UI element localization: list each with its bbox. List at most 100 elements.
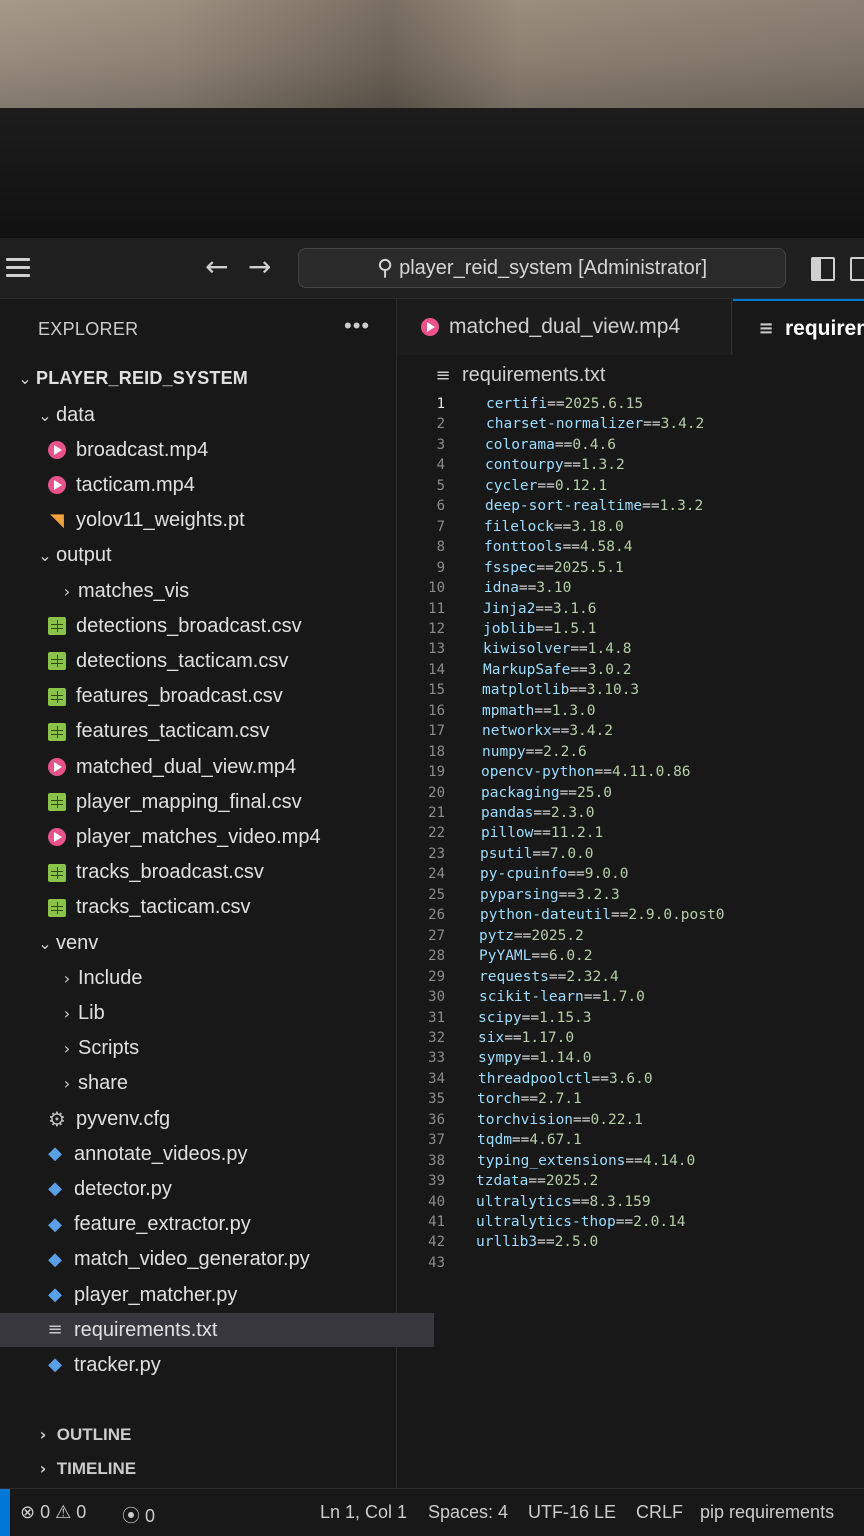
tree-item[interactable]: ⌄ data	[0, 398, 422, 432]
tree-item[interactable]: features_broadcast.csv	[0, 680, 436, 714]
tree-item[interactable]: ◆ match_video_generator.py	[0, 1243, 434, 1277]
cursor-position[interactable]: Ln 1, Col 1	[320, 1502, 407, 1523]
toggle-panel-icon[interactable]	[850, 257, 864, 281]
text-file-icon: ≡	[435, 364, 451, 386]
tree-item[interactable]: › Include	[0, 961, 444, 995]
tree-item[interactable]: ⌄ output	[0, 539, 422, 573]
language-mode[interactable]: pip requirements	[700, 1502, 834, 1523]
package-name: torch	[477, 1091, 521, 1108]
encoding[interactable]: UTF-16 LE	[528, 1502, 616, 1523]
python-icon: ◆	[48, 1248, 62, 1270]
back-arrow-icon[interactable]: ←	[205, 250, 228, 283]
csv-icon	[48, 793, 66, 812]
tree-item[interactable]: ◆ tracker.py	[0, 1348, 434, 1382]
project-root[interactable]: ⌄ PLAYER_REID_SYSTEM	[0, 361, 402, 395]
version-number: 2025.6.15	[564, 396, 644, 412]
version-operator: ==	[511, 1132, 530, 1149]
tree-item[interactable]: ⌄ venv	[0, 926, 422, 960]
problems-indicator[interactable]: ⊗ 0 ⚠ 0	[20, 1502, 86, 1523]
tree-item[interactable]: tracks_tacticam.csv	[0, 891, 436, 925]
package-name: MarkupSafe	[483, 661, 571, 678]
version-operator: ==	[572, 1193, 590, 1210]
csv-icon	[48, 687, 66, 706]
tree-item[interactable]: tacticam.mp4	[0, 468, 436, 502]
version-number: 4.14.0	[642, 1152, 696, 1169]
tree-item-label: matched_dual_view.mp4	[76, 755, 297, 778]
tree-item[interactable]: › Scripts	[0, 1032, 444, 1066]
tree-item[interactable]: › matches_vis	[0, 574, 444, 608]
tree-item[interactable]: matched_dual_view.mp4	[0, 750, 436, 784]
package-name: urllib3	[476, 1234, 538, 1251]
tree-item[interactable]: detections_broadcast.csv	[0, 609, 436, 643]
package-name: matplotlib	[482, 682, 570, 699]
package-name: scipy	[478, 1009, 522, 1026]
version-operator: ==	[642, 498, 660, 515]
video-icon	[48, 828, 66, 847]
version-operator: ==	[551, 723, 570, 740]
gear-icon: ⚙	[48, 1107, 66, 1131]
toggle-sidebar-icon[interactable]	[811, 257, 835, 281]
tree-item[interactable]: ◆ feature_extractor.py	[0, 1208, 434, 1242]
version-number: 3.4.2	[569, 723, 613, 740]
tree-item[interactable]: player_matches_video.mp4	[0, 820, 436, 854]
package-name: six	[478, 1029, 505, 1046]
line-number: 37	[428, 1132, 445, 1149]
version-operator: ==	[518, 580, 537, 597]
code-line: 34 threadpoolctl==3.6.0	[397, 1069, 864, 1089]
tree-item[interactable]: features_tacticam.csv	[0, 715, 436, 749]
code-line: 31 scipy==1.15.3	[397, 1008, 864, 1028]
tree-item[interactable]: ◥ yolov11_weights.pt	[0, 504, 436, 538]
tree-item[interactable]: player_mapping_final.csv	[0, 785, 436, 819]
more-actions-icon[interactable]: •••	[344, 313, 370, 339]
line-number: 35	[428, 1091, 445, 1108]
tree-item[interactable]: ≡ requirements.txt	[0, 1313, 434, 1348]
line-content: colorama==0.4.6	[485, 437, 616, 453]
line-content: pillow==11.2.1	[481, 825, 603, 841]
package-name: psutil	[480, 845, 533, 862]
code-editor[interactable]: 1 certifi==2025.6.15 2 charset-normalizer==…	[397, 394, 864, 1504]
outline-section[interactable]: › OUTLINE	[34, 1425, 132, 1445]
timeline-section[interactable]: › TIMELINE	[34, 1459, 136, 1479]
package-name: opencv-python	[481, 764, 595, 781]
tree-item-label: share	[78, 1072, 129, 1095]
tree-item-label: match_video_generator.py	[74, 1248, 310, 1271]
tree-item[interactable]: ◆ detector.py	[0, 1172, 434, 1206]
line-content: python-dateutil==2.9.0.post0	[480, 907, 724, 923]
forward-arrow-icon[interactable]: →	[248, 250, 271, 283]
indentation[interactable]: Spaces: 4	[428, 1502, 508, 1523]
package-name: typing_extensions	[477, 1152, 626, 1169]
package-name: Jinja2	[483, 600, 536, 617]
code-line: 20 packaging==25.0	[397, 783, 864, 803]
command-center-search[interactable]: ⚲ player_reid_system [Administrator]	[298, 248, 786, 288]
version-number: 9.0.0	[584, 866, 629, 883]
tree-item[interactable]: detections_tacticam.csv	[0, 644, 436, 678]
version-number: 3.6.0	[608, 1070, 653, 1087]
broadcast-icon: ⦿	[122, 1506, 140, 1526]
code-line: 26 python-dateutil==2.9.0.post0	[397, 905, 864, 925]
version-number: 7.0.0	[549, 845, 594, 862]
ports-indicator[interactable]: ⦿ 0	[122, 1502, 155, 1528]
line-number: 6	[436, 498, 445, 515]
tab-requirements[interactable]: ≡ requiren	[733, 299, 864, 357]
breadcrumb[interactable]: ≡ requirements.txt	[434, 364, 605, 387]
version-operator: ==	[535, 600, 553, 617]
remote-indicator[interactable]	[0, 1489, 10, 1536]
line-ending[interactable]: CRLF	[636, 1502, 683, 1523]
menu-icon[interactable]	[6, 258, 30, 278]
tab-matched-dual-view[interactable]: matched_dual_view.mp4	[397, 299, 732, 355]
package-name: mpmath	[482, 702, 535, 719]
version-operator: ==	[558, 886, 577, 903]
tree-item[interactable]: ◆ player_matcher.py	[0, 1278, 434, 1312]
version-operator: ==	[533, 825, 551, 842]
tree-item[interactable]: ◆ annotate_videos.py	[0, 1137, 434, 1171]
tree-item[interactable]: › share	[0, 1067, 444, 1101]
version-number: 0.22.1	[590, 1111, 643, 1128]
tree-item[interactable]: › Lib	[0, 996, 444, 1030]
package-name: ultralytics	[476, 1193, 573, 1210]
tree-item-label: broadcast.mp4	[76, 438, 209, 461]
tree-item[interactable]: ⚙ pyvenv.cfg	[0, 1102, 436, 1136]
line-content: sympy==1.14.0	[478, 1050, 592, 1066]
tree-item[interactable]: tracks_broadcast.csv	[0, 856, 436, 890]
tree-item[interactable]: broadcast.mp4	[0, 433, 436, 467]
version-number: 1.15.3	[539, 1009, 592, 1026]
